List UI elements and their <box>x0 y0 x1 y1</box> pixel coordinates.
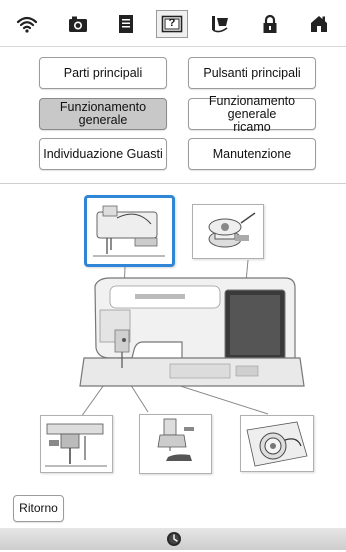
pulsanti-principali-button[interactable]: Pulsanti principali <box>188 57 316 89</box>
manutenzione-button[interactable]: Manutenzione <box>188 138 316 170</box>
funzionamento-ricamo-line1: Funzionamento generale <box>208 93 296 121</box>
camera-icon[interactable] <box>64 12 92 36</box>
clock-icon[interactable] <box>166 531 182 547</box>
funzionamento-ricamo-button[interactable]: Funzionamento generale ricamo <box>188 93 316 133</box>
top-toolbar: ? <box>0 0 346 46</box>
help-icon[interactable]: ? <box>156 10 188 38</box>
presser-foot-illustration <box>157 418 194 461</box>
individuazione-guasti-button[interactable]: Individuazione Guasti <box>39 138 167 170</box>
bottom-status-bar <box>0 528 346 550</box>
threading-illustration <box>93 205 165 257</box>
needle-threader-illustration <box>45 423 107 467</box>
home-icon[interactable] <box>305 12 333 36</box>
back-button[interactable]: Ritorno <box>13 495 64 522</box>
funzionamento-ricamo-line2: ricamo <box>233 119 271 134</box>
bobbin-winding-illustration <box>208 212 256 248</box>
help-glyph: ? <box>168 17 176 29</box>
threading-thumbnail[interactable] <box>84 195 175 267</box>
toolbar-divider <box>0 46 346 47</box>
parti-principali-button[interactable]: Parti principali <box>39 57 167 89</box>
sewing-machine-illustration <box>79 277 305 387</box>
document-icon[interactable] <box>112 12 140 36</box>
section-divider <box>0 183 346 184</box>
lock-icon[interactable] <box>256 12 284 36</box>
needle-threader-thumbnail[interactable] <box>40 415 113 473</box>
threading-icon[interactable] <box>206 12 234 36</box>
presser-foot-thumbnail[interactable] <box>139 414 212 474</box>
wifi-icon[interactable] <box>13 12 41 36</box>
bobbin-case-illustration <box>246 421 308 467</box>
funzionamento-generale-button[interactable]: Funzionamento generale <box>39 98 167 130</box>
bobbin-case-thumbnail[interactable] <box>240 415 314 472</box>
bobbin-winding-thumbnail[interactable] <box>192 204 264 259</box>
